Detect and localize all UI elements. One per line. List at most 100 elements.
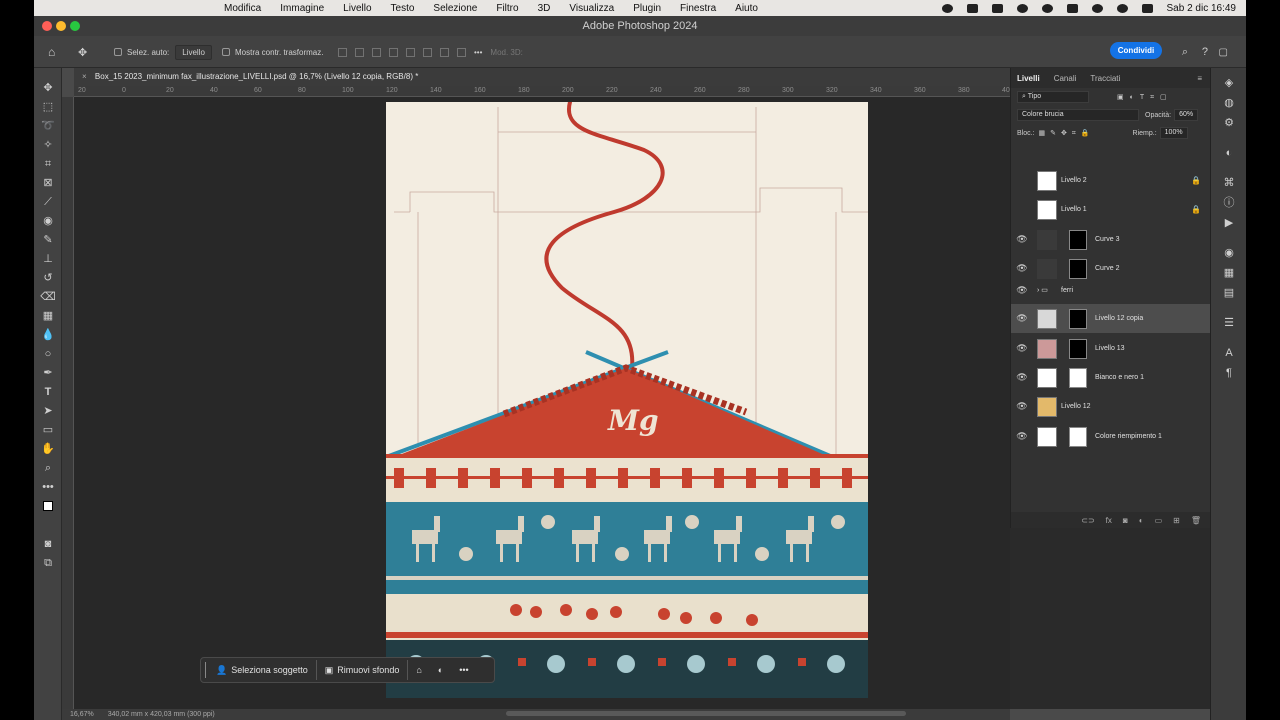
type-tool-icon[interactable]: T [39,384,57,400]
layers-icon[interactable]: ◈ [1221,76,1237,90]
layer-row[interactable]: Livello 2 🔒 [1011,166,1211,195]
layer-mask-thumbnail[interactable] [1069,258,1087,279]
eye-icon[interactable]: 👁 [1016,431,1028,442]
zoom-window-button[interactable] [70,21,80,31]
layer-row[interactable]: 👁 Colore riempimento 1 [1011,422,1211,451]
creative-cloud-icon[interactable] [1016,3,1028,13]
link-layers-icon[interactable]: ⊂⊃ [1081,516,1094,525]
layer-row[interactable]: 👁 Livello 13 [1011,334,1211,363]
layer-row[interactable]: 👁 Curve 3 [1011,225,1211,254]
properties-icon[interactable]: ◐ [1221,146,1237,160]
quick-mask-icon[interactable]: ◙ [39,536,57,552]
distribute-vertical-icon[interactable] [457,47,466,57]
blur-tool-icon[interactable]: 💧 [39,327,57,343]
align-left-icon[interactable] [338,47,347,57]
layer-row[interactable]: 👁 Livello 12 [1011,392,1211,421]
magic-wand-tool-icon[interactable]: ✧ [39,137,57,153]
eye-icon[interactable]: 👁 [1016,263,1028,274]
align-right-icon[interactable] [372,47,381,57]
layer-mask-thumbnail[interactable] [1069,367,1087,388]
transform-controls[interactable]: Mostra contr. trasformaz. [222,36,323,68]
zoom-level[interactable]: 16,67% [70,711,94,718]
search-icon[interactable]: ⌕ [1182,36,1188,68]
zoom-tool-icon[interactable]: ⌕ [39,460,57,476]
history-brush-icon[interactable]: ↺ [39,270,57,286]
eye-icon[interactable]: 👁 [1016,234,1028,245]
more-tools-icon[interactable]: ••• [39,479,57,495]
clock[interactable]: Sab 2 dic 16:49 [1167,3,1237,14]
menu-selezione[interactable]: Selezione [433,3,477,14]
transform-checkbox[interactable] [222,48,230,56]
rectangle-tool-icon[interactable]: ▭ [39,422,57,438]
layer-row[interactable]: 👁 Bianco e nero 1 [1011,363,1211,392]
layer-mask-thumbnail[interactable] [1069,229,1087,250]
minimize-window-button[interactable] [56,21,66,31]
gradient-tool-icon[interactable]: ▦ [39,308,57,324]
paragraph-icon[interactable]: ¶ [1221,366,1237,380]
remove-background-button[interactable]: ▣ Rimuovi sfondo [317,660,409,680]
lock-icons[interactable]: ▦✎✥⌗🔒 [1039,129,1095,138]
close-window-button[interactable] [42,21,52,31]
menu-3d[interactable]: 3D [538,3,551,14]
layer-row[interactable]: Livello 1 🔒 [1011,195,1211,224]
brush-tool-icon[interactable]: ✎ [39,232,57,248]
layer-mask-thumbnail[interactable] [1069,338,1087,359]
frame-tool-icon[interactable]: ⊠ [39,175,57,191]
layer-row[interactable]: 👁 › ▭ ferri [1011,282,1211,298]
layer-row[interactable]: 👁 Curve 2 [1011,254,1211,283]
styles-icon[interactable]: ◉ [1221,246,1237,260]
menu-modifica[interactable]: Modifica [224,3,261,14]
home-icon[interactable]: ⌂ [48,36,55,68]
marquee-tool-icon[interactable]: ⬚ [39,99,57,115]
shield-icon[interactable] [991,3,1003,13]
menu-livello[interactable]: Livello [343,3,371,14]
character-icon[interactable]: A [1221,346,1237,360]
menu-testo[interactable]: Testo [391,3,415,14]
color-swatches-icon[interactable] [39,500,57,516]
eye-icon[interactable]: 👁 [1016,285,1028,296]
fill-field[interactable]: 100% [1159,127,1188,139]
share-button[interactable]: Condividi [1110,42,1162,59]
wifi-icon[interactable] [1091,3,1103,13]
more-icon[interactable]: ••• [451,660,476,680]
auto-select[interactable]: Selez. auto: Livello [114,36,212,68]
actions-icon[interactable]: ▶ [1221,216,1237,230]
select-subject-button[interactable]: 👤 Seleziona soggetto [208,660,317,680]
close-tab-icon[interactable]: × [82,72,87,81]
battery-icon[interactable] [1066,3,1078,13]
screen-mode-icon[interactable]: ⧉ [39,555,57,571]
record-icon[interactable] [941,3,953,13]
brushes-icon[interactable]: ⌘ [1221,176,1237,190]
lasso-tool-icon[interactable]: ➰ [39,118,57,134]
layer-row[interactable]: 👁 Livello 12 copia [1011,304,1211,333]
distribute-icon[interactable] [389,47,398,57]
delete-layer-icon[interactable]: 🗑 [1191,516,1201,525]
info-icon[interactable]: ⓘ [1221,196,1237,210]
menu-immagine[interactable]: Immagine [280,3,324,14]
workspace-icon[interactable]: ▢ [1219,36,1228,68]
eye-icon[interactable]: 👁 [1016,343,1028,354]
layer-mask-thumbnail[interactable] [1069,426,1087,447]
move-tool-icon[interactable]: ✥ [78,36,87,68]
eraser-tool-icon[interactable]: ⌫ [39,289,57,305]
align-bottom-icon[interactable] [440,47,449,57]
screen-icon[interactable] [966,3,978,13]
menu-plugin[interactable]: Plugin [633,3,661,14]
opacity-field[interactable]: 60% [1174,109,1199,121]
folder-icon[interactable]: › ▭ [1037,286,1048,294]
libraries-icon[interactable]: ▤ [1221,286,1237,300]
fx-icon[interactable]: fx [1106,516,1112,525]
more-options-icon[interactable]: ••• [474,48,482,57]
control-center-icon[interactable] [1141,3,1153,13]
tab-canali[interactable]: Canali [1054,74,1077,83]
new-layer-icon[interactable]: ⊞ [1173,516,1180,525]
move-tool-icon[interactable]: ✥ [39,80,57,96]
new-group-icon[interactable]: ▭ [1155,516,1163,525]
canvas-workspace[interactable]: Mg [74,97,1010,709]
eye-icon[interactable]: 👁 [1016,401,1028,412]
healing-brush-icon[interactable]: ◉ [39,213,57,229]
blend-mode-dropdown[interactable]: Colore brucia [1017,109,1139,121]
document-canvas[interactable]: Mg [386,102,868,698]
adjustment-layer-icon[interactable]: ◐ [1139,516,1144,525]
filter-type-icons[interactable]: ▣◐T⌗▢ [1117,93,1173,102]
